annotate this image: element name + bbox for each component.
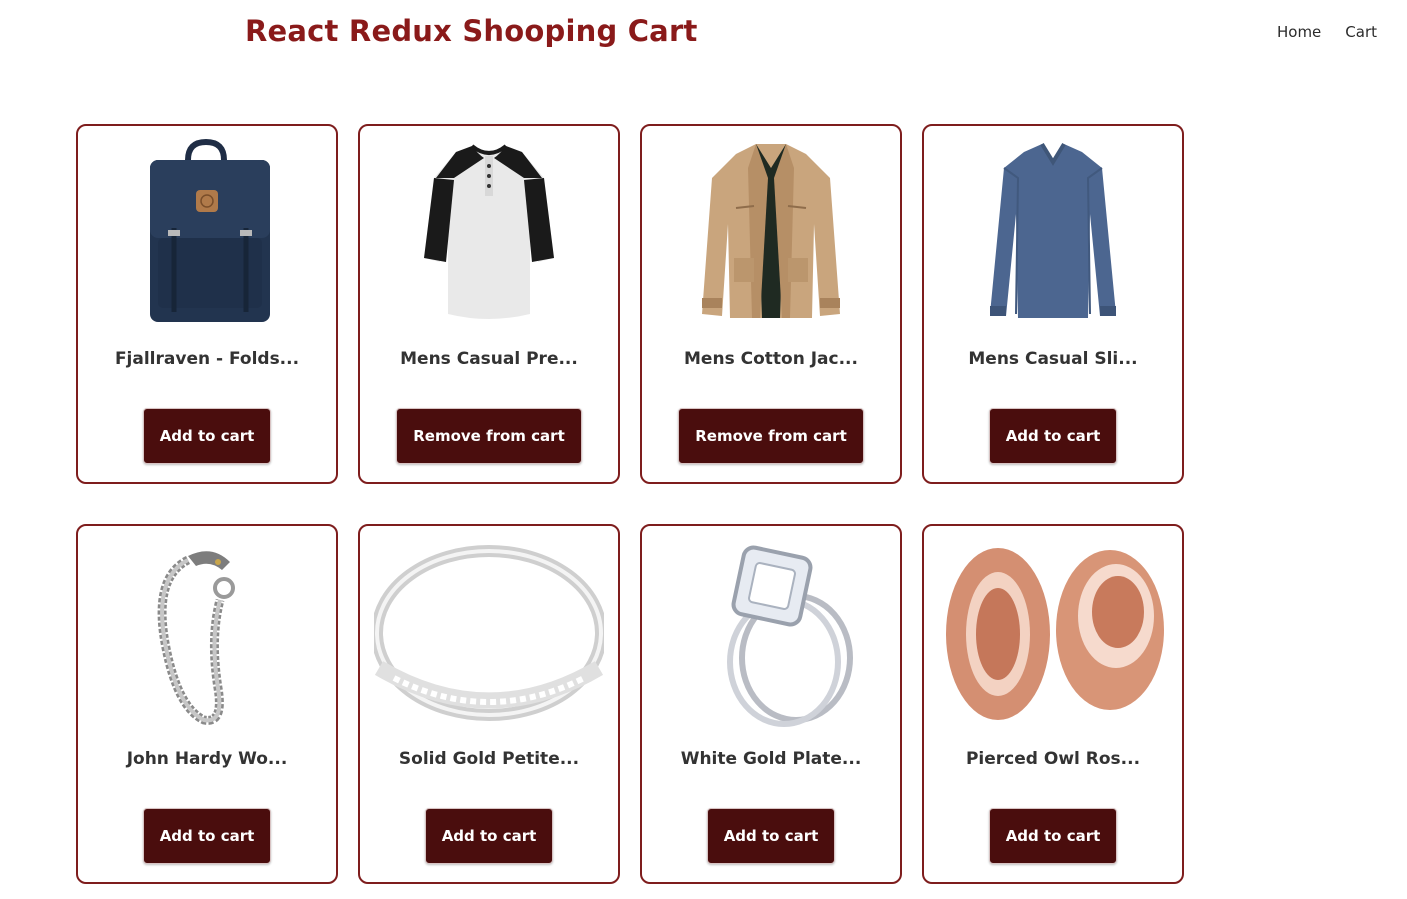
product-title: Mens Casual Pre... [400,349,578,369]
product-card: Solid Gold Petite... Add to cart [358,524,620,884]
top-nav: Home Cart [1277,23,1377,41]
product-card: Pierced Owl Ros... Add to cart [922,524,1184,884]
product-title: Solid Gold Petite... [398,749,580,769]
product-title: John Hardy Wo... [126,749,288,769]
diamond-ring-image[interactable] [656,538,886,728]
cotton-jacket-image[interactable] [656,138,886,328]
long-sleeve-shirt-image[interactable] [938,138,1168,328]
henley-shirt-image[interactable] [374,138,604,328]
product-grid: Fjallraven - Folds... Add to cart Mens C… [76,124,1184,884]
product-title: Mens Cotton Jac... [684,349,858,369]
add-to-cart-button[interactable]: Add to cart [424,808,554,864]
product-title: Mens Casual Sli... [968,349,1138,369]
app-header: React Redux Shooping Cart Home Cart [0,0,1407,70]
dragon-bracelet-image[interactable] [92,538,322,728]
backpack-image[interactable] [92,138,322,328]
product-card: Mens Cotton Jac... Remove from cart [640,124,902,484]
rose-gold-plugs-image[interactable] [938,538,1168,728]
product-title: White Gold Plate... [680,749,862,769]
remove-from-cart-button[interactable]: Remove from cart [396,408,582,464]
nav-cart-link[interactable]: Cart [1345,23,1377,41]
add-to-cart-button[interactable]: Add to cart [706,808,836,864]
product-card: Mens Casual Sli... Add to cart [922,124,1184,484]
app-title: React Redux Shooping Cart [245,14,698,48]
nav-home-link[interactable]: Home [1277,23,1321,41]
add-to-cart-button[interactable]: Add to cart [142,808,272,864]
add-to-cart-button[interactable]: Add to cart [988,408,1118,464]
gold-ring-image[interactable] [374,538,604,728]
product-card: White Gold Plate... Add to cart [640,524,902,884]
product-title: Fjallraven - Folds... [114,349,300,369]
product-card: John Hardy Wo... Add to cart [76,524,338,884]
product-card: Fjallraven - Folds... Add to cart [76,124,338,484]
product-title: Pierced Owl Ros... [965,749,1141,769]
remove-from-cart-button[interactable]: Remove from cart [678,408,864,464]
add-to-cart-button[interactable]: Add to cart [988,808,1118,864]
add-to-cart-button[interactable]: Add to cart [142,408,272,464]
product-card: Mens Casual Pre... Remove from cart [358,124,620,484]
